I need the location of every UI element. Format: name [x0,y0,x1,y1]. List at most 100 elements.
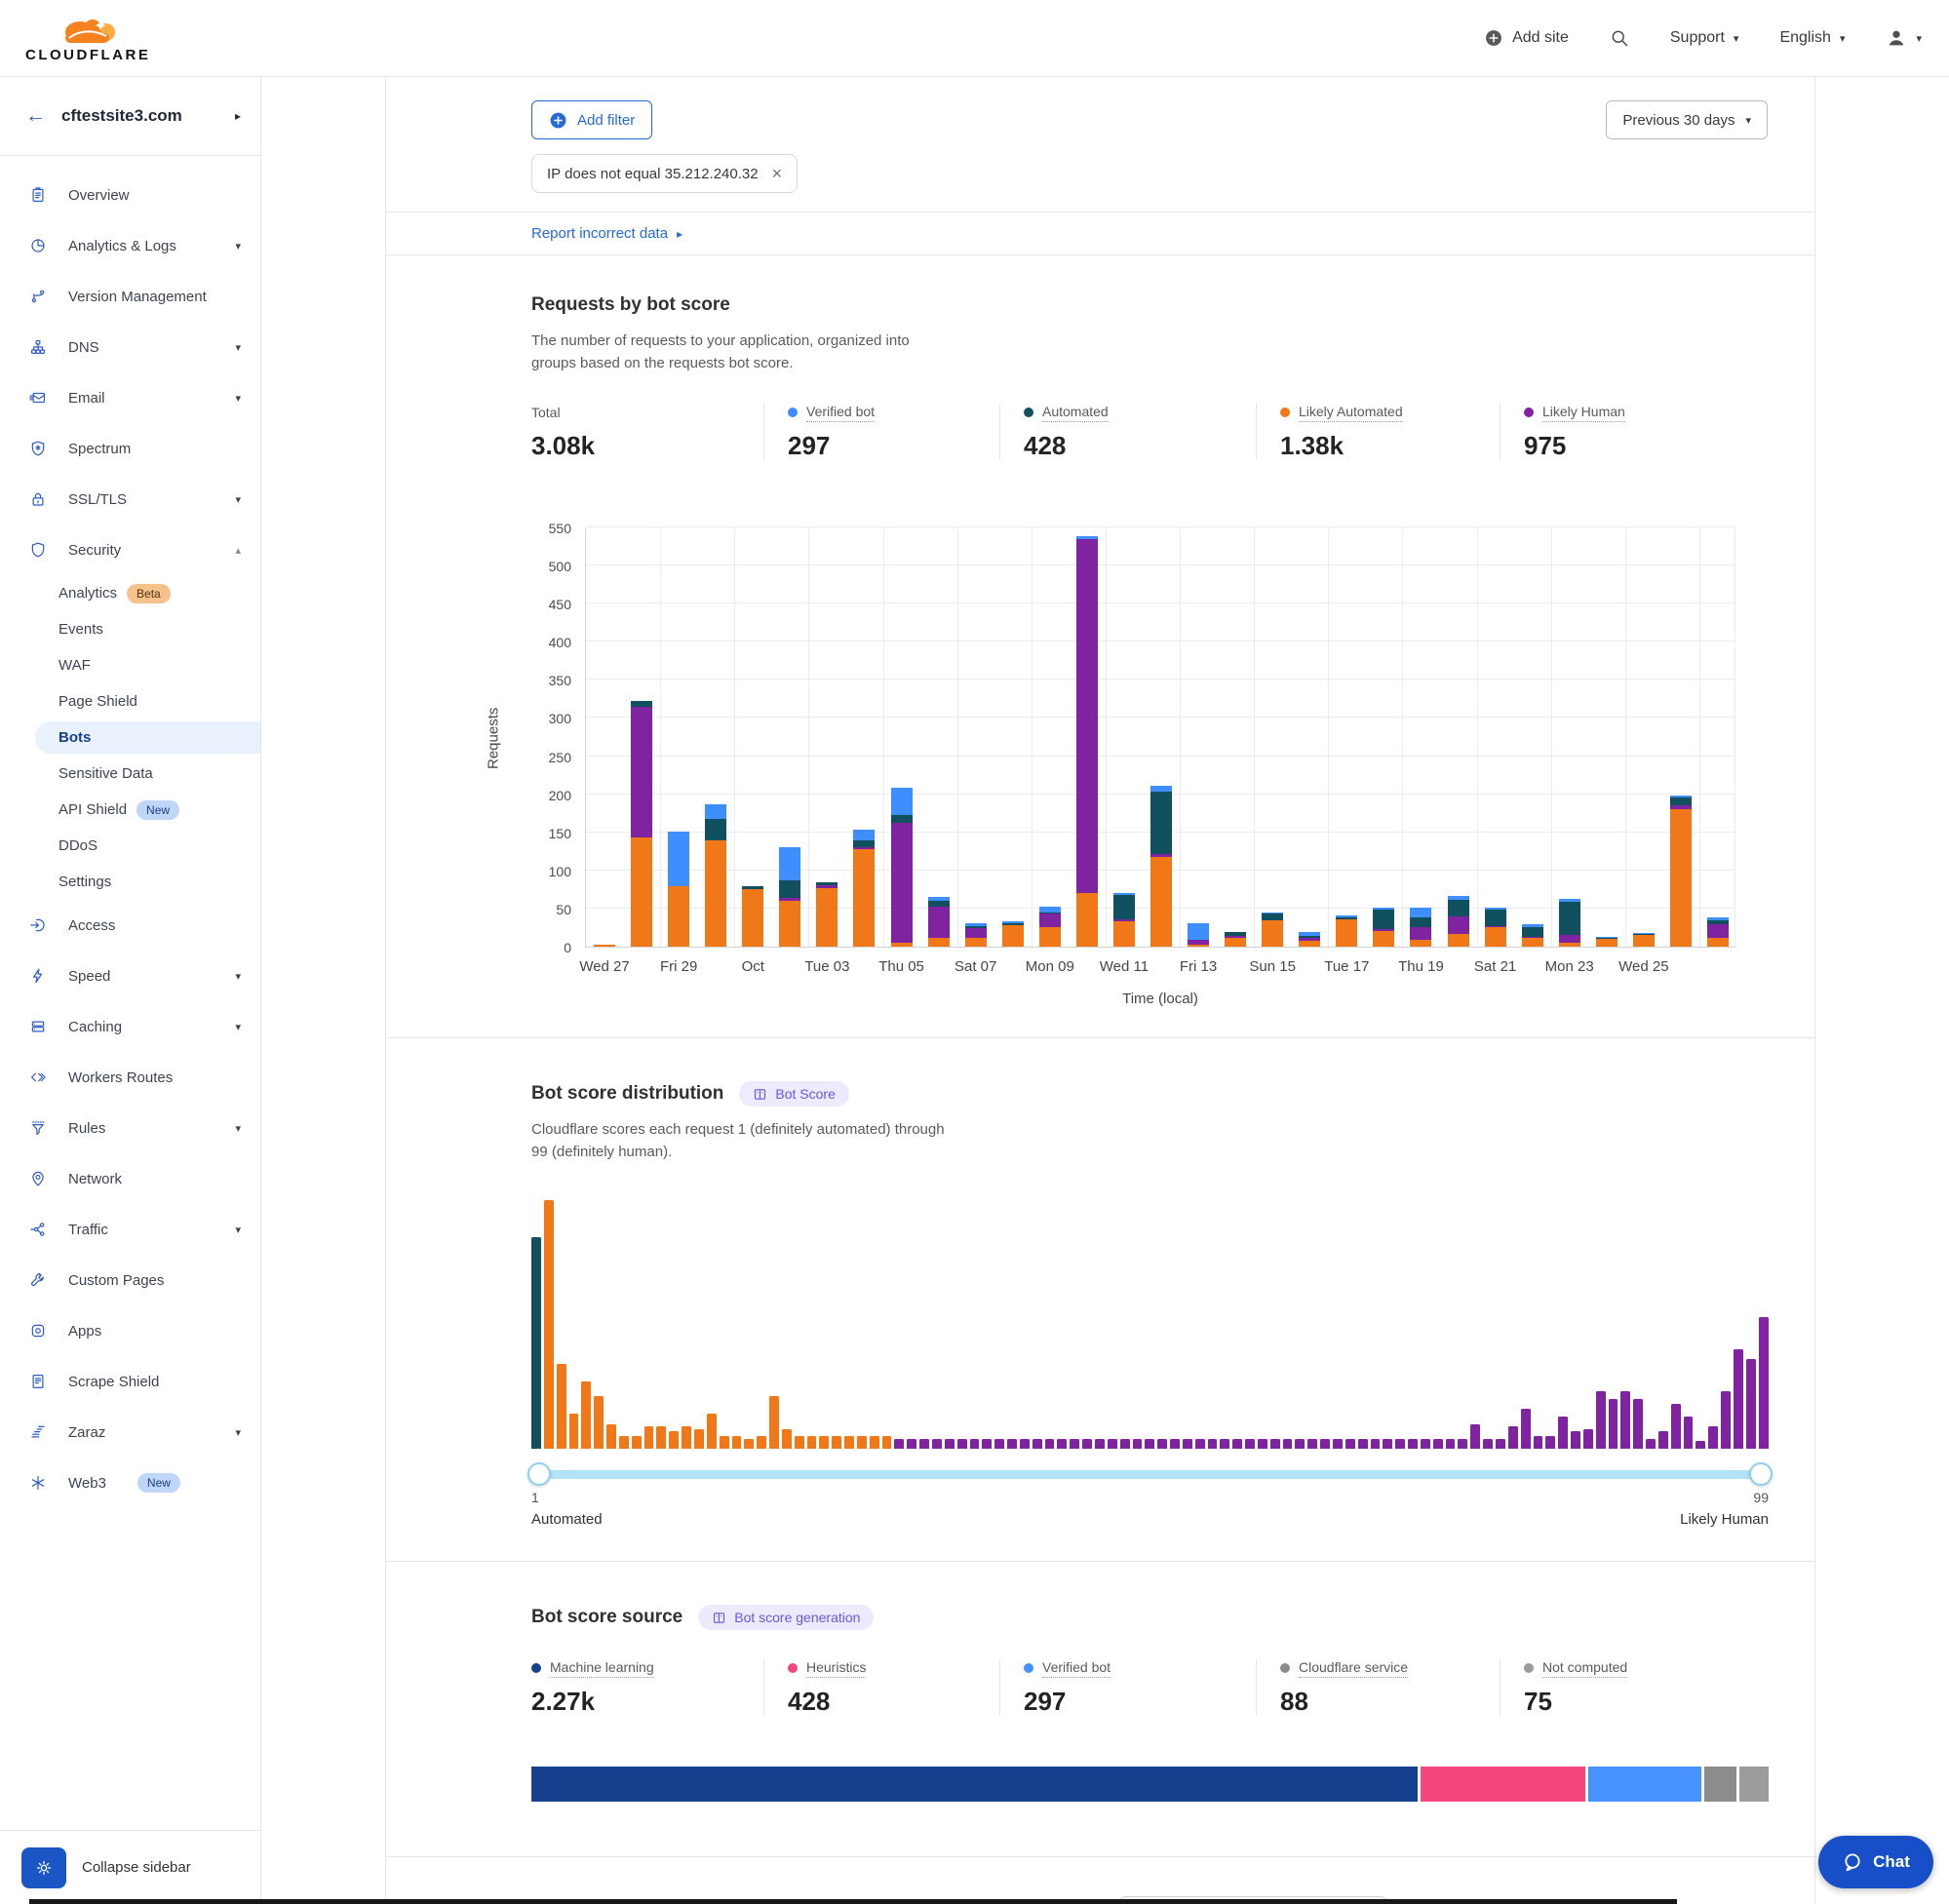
sidebar-subitem-sensitive-data[interactable]: Sensitive Data [0,756,260,792]
hist-bar-score-87[interactable] [1609,1399,1618,1449]
hist-bar-score-15[interactable] [707,1414,717,1449]
stacked-bar-day-27[interactable] [1559,899,1580,947]
hist-bar-score-94[interactable] [1696,1441,1705,1449]
slider-handle-min[interactable] [527,1462,551,1486]
stacked-bar-day-11[interactable] [965,923,987,947]
hist-bar-score-88[interactable] [1620,1391,1630,1449]
hist-bar-score-59[interactable] [1258,1439,1267,1449]
hist-bar-score-26[interactable] [844,1436,854,1449]
stacked-bar-day-22[interactable] [1373,908,1394,947]
hist-bar-score-92[interactable] [1671,1404,1681,1449]
stacked-bar-day-30[interactable] [1670,796,1692,947]
sidebar-subitem-ddos[interactable]: DDoS [0,828,260,864]
sidebar-subitem-page-shield[interactable]: Page Shield [0,683,260,719]
hist-bar-score-23[interactable] [807,1436,817,1449]
stat-label-text[interactable]: Heuristics [806,1659,866,1678]
hist-bar-score-24[interactable] [819,1436,829,1449]
hist-bar-score-35[interactable] [957,1439,967,1449]
hist-bar-score-64[interactable] [1320,1439,1330,1449]
stacked-bar-day-3[interactable] [668,832,689,947]
bot-score-generation-badge[interactable]: Bot score generation [698,1605,874,1630]
collapse-sidebar[interactable]: Collapse sidebar [0,1830,260,1904]
hist-bar-score-63[interactable] [1307,1439,1317,1449]
hist-bar-score-32[interactable] [919,1439,929,1449]
hist-bar-score-39[interactable] [1007,1439,1017,1449]
hist-bar-score-43[interactable] [1057,1439,1067,1449]
hist-bar-score-3[interactable] [557,1364,566,1449]
hist-bar-score-60[interactable] [1270,1439,1280,1449]
hist-bar-score-81[interactable] [1534,1436,1543,1449]
hist-bar-score-93[interactable] [1684,1417,1694,1449]
stacked-bar-day-24[interactable] [1448,896,1469,947]
hist-bar-score-18[interactable] [744,1439,754,1449]
hist-bar-score-1[interactable] [531,1237,541,1449]
hist-bar-score-44[interactable] [1070,1439,1079,1449]
sidebar-subitem-bots[interactable]: Bots [35,721,260,754]
hist-bar-score-91[interactable] [1658,1431,1668,1449]
hist-bar-score-33[interactable] [932,1439,942,1449]
hist-bar-score-56[interactable] [1220,1439,1229,1449]
hist-bar-score-50[interactable] [1145,1439,1154,1449]
hist-bar-score-8[interactable] [619,1436,629,1449]
sidebar-item-network[interactable]: Network [0,1153,260,1204]
hist-bar-score-54[interactable] [1195,1439,1205,1449]
hist-bar-score-89[interactable] [1633,1399,1643,1449]
hist-bar-score-95[interactable] [1708,1426,1718,1449]
hist-bar-score-71[interactable] [1408,1439,1418,1449]
hist-bar-score-85[interactable] [1583,1429,1593,1449]
hist-bar-score-20[interactable] [769,1396,779,1449]
hist-bar-score-38[interactable] [994,1439,1004,1449]
chat-button[interactable]: Chat [1818,1836,1933,1888]
hist-bar-score-2[interactable] [544,1200,554,1449]
hist-bar-score-42[interactable] [1045,1439,1055,1449]
hist-bar-score-73[interactable] [1433,1439,1443,1449]
hist-bar-score-25[interactable] [832,1436,841,1449]
source-segment-cloudflare-service[interactable] [1704,1767,1735,1802]
sidebar-item-caching[interactable]: Caching▾ [0,1001,260,1052]
hist-bar-score-68[interactable] [1371,1439,1381,1449]
hist-bar-score-29[interactable] [882,1436,892,1449]
hist-bar-score-84[interactable] [1571,1431,1580,1449]
stat-label-text[interactable]: Likely Automated [1299,404,1403,422]
stacked-bar-day-31[interactable] [1707,917,1729,947]
hist-bar-score-66[interactable] [1345,1439,1355,1449]
sidebar-item-apps[interactable]: Apps [0,1305,260,1356]
stacked-bar-day-28[interactable] [1596,937,1618,947]
hist-bar-score-70[interactable] [1395,1439,1405,1449]
source-segment-verified-bot[interactable] [1588,1767,1701,1802]
stacked-bar-day-13[interactable] [1039,907,1061,947]
hist-bar-score-10[interactable] [644,1426,654,1449]
hist-bar-score-7[interactable] [606,1424,616,1450]
sidebar-item-workers-routes[interactable]: Workers Routes [0,1052,260,1103]
source-segment-heuristics[interactable] [1421,1767,1585,1802]
stacked-bar-day-15[interactable] [1113,893,1135,948]
hist-bar-score-62[interactable] [1295,1439,1305,1449]
source-segment-machine-learning[interactable] [531,1767,1418,1802]
hist-bar-score-17[interactable] [732,1436,742,1449]
hist-bar-score-19[interactable] [757,1436,766,1449]
sidebar-item-email[interactable]: Email▾ [0,372,260,423]
hist-bar-score-46[interactable] [1095,1439,1105,1449]
hist-bar-score-98[interactable] [1746,1359,1756,1449]
stacked-bar-day-26[interactable] [1522,924,1543,947]
hist-bar-score-99[interactable] [1759,1317,1769,1449]
hist-bar-score-9[interactable] [632,1436,642,1449]
hist-bar-score-65[interactable] [1333,1439,1343,1449]
hist-bar-score-75[interactable] [1458,1439,1467,1449]
stacked-bar-day-4[interactable] [705,804,726,947]
stacked-bar-day-20[interactable] [1299,932,1320,947]
site-header[interactable]: ← cftestsite3.com ▸ [0,77,260,156]
account-menu[interactable]: ▾ [1886,27,1922,49]
sidebar-item-security[interactable]: Security▴ [0,525,260,575]
slider-handle-max[interactable] [1749,1462,1773,1486]
hist-bar-score-58[interactable] [1245,1439,1255,1449]
sidebar-item-version-management[interactable]: Version Management [0,271,260,322]
stacked-bar-day-9[interactable] [891,788,913,947]
hist-bar-score-97[interactable] [1734,1349,1743,1449]
stat-label-text[interactable]: Verified bot [806,404,875,422]
hist-bar-score-49[interactable] [1133,1439,1143,1449]
hist-bar-score-57[interactable] [1232,1439,1242,1449]
stacked-bar-day-18[interactable] [1225,932,1246,947]
stacked-bar-day-14[interactable] [1076,536,1098,947]
sidebar-item-overview[interactable]: Overview [0,170,260,220]
